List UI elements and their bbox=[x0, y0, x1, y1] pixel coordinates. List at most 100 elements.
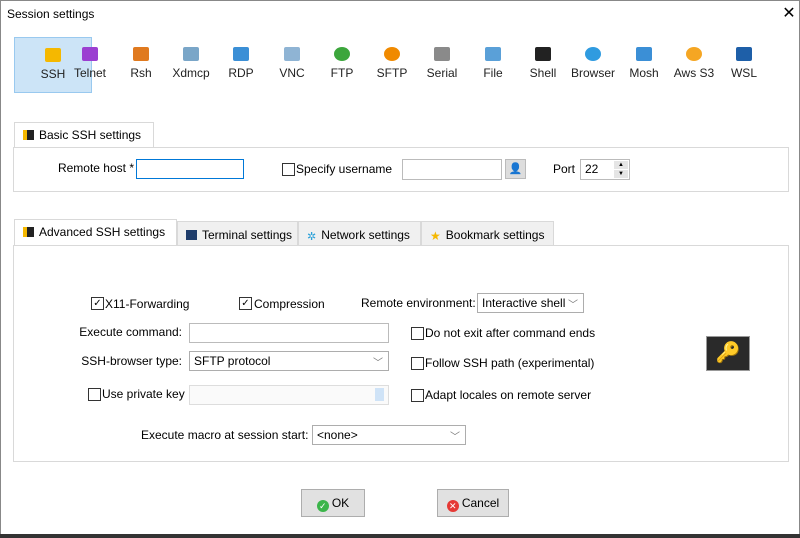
protocol-rsh[interactable]: Rsh bbox=[116, 37, 166, 93]
tab-basic-ssh-settings[interactable]: Basic SSH settings bbox=[14, 122, 154, 149]
rdp-monitor-icon bbox=[233, 47, 249, 61]
ok-button[interactable]: ✓ OK bbox=[301, 489, 365, 517]
protocol-file[interactable]: File bbox=[468, 37, 518, 93]
network-icon: ✲ bbox=[307, 231, 317, 243]
protocol-ftp[interactable]: FTP bbox=[317, 37, 367, 93]
cancel-button[interactable]: ✕ Cancel bbox=[437, 489, 509, 517]
spin-down-icon[interactable]: ▼ bbox=[614, 170, 628, 178]
rsh-gears-icon bbox=[133, 47, 149, 61]
wsl-windows-icon bbox=[736, 47, 752, 61]
protocol-label: Mosh bbox=[629, 66, 659, 80]
do-not-exit-checkbox[interactable] bbox=[411, 327, 424, 340]
specify-username-checkbox[interactable] bbox=[282, 163, 295, 176]
adapt-locales-label: Adapt locales on remote server bbox=[425, 388, 592, 402]
ssh-browser-type-select[interactable]: SFTP protocol ﹀ bbox=[189, 351, 389, 371]
x11-forwarding-checkbox[interactable]: ✓ bbox=[91, 297, 104, 310]
user-credentials-icon[interactable]: 👤 bbox=[505, 159, 526, 179]
port-label: Port bbox=[553, 162, 576, 176]
check-icon: ✓ bbox=[316, 500, 329, 512]
protocol-label: Browser bbox=[570, 66, 615, 80]
protocol-shell[interactable]: Shell bbox=[518, 37, 568, 93]
protocol-label: Serial bbox=[426, 66, 458, 80]
protocol-serial[interactable]: Serial bbox=[417, 37, 467, 93]
telnet-icon bbox=[82, 47, 98, 61]
protocol-mosh[interactable]: Mosh bbox=[619, 37, 669, 93]
cancel-label: Cancel bbox=[461, 496, 500, 510]
execute-macro-label: Execute macro at session start: bbox=[141, 428, 309, 442]
adapt-locales-checkbox[interactable] bbox=[411, 389, 424, 402]
protocol-label: Shell bbox=[529, 66, 557, 80]
chevron-down-icon: ﹀ bbox=[450, 432, 460, 443]
xdmcp-x-icon bbox=[183, 47, 199, 61]
tab-label: Advanced SSH settings bbox=[39, 225, 166, 239]
tab-bookmark-settings[interactable]: ★ Bookmark settings bbox=[421, 221, 554, 246]
protocol-label: VNC bbox=[279, 66, 305, 80]
protocol-xdmcp[interactable]: Xdmcp bbox=[166, 37, 216, 93]
mosh-satellite-icon bbox=[636, 47, 652, 61]
file-icon[interactable] bbox=[375, 388, 384, 401]
browser-globe-icon bbox=[585, 47, 601, 61]
shell-terminal-icon bbox=[535, 47, 551, 61]
protocol-wsl[interactable]: WSL bbox=[719, 37, 769, 93]
port-input[interactable]: 22 ▲ ▼ bbox=[580, 159, 630, 180]
do-not-exit-label: Do not exit after command ends bbox=[425, 326, 596, 340]
use-private-key-label: Use private key bbox=[102, 387, 185, 401]
remote-host-label: Remote host * bbox=[57, 161, 134, 175]
tab-label: Network settings bbox=[321, 228, 410, 242]
aws-s3-icon bbox=[686, 47, 702, 61]
compression-label: Compression bbox=[254, 297, 325, 311]
spin-up-icon[interactable]: ▲ bbox=[614, 161, 628, 169]
protocol-label: Xdmcp bbox=[172, 66, 210, 80]
use-private-key-checkbox[interactable] bbox=[88, 388, 101, 401]
protocol-label: File bbox=[483, 66, 503, 80]
protocol-telnet[interactable]: Telnet bbox=[65, 37, 115, 93]
tab-label: Bookmark settings bbox=[445, 228, 545, 242]
execute-command-input[interactable] bbox=[189, 323, 389, 343]
specify-username-label: Specify username bbox=[296, 162, 393, 176]
window-title: Session settings bbox=[7, 7, 95, 21]
follow-ssh-path-label: Follow SSH path (experimental) bbox=[425, 356, 595, 370]
port-value: 22 bbox=[585, 162, 599, 176]
protocol-label: FTP bbox=[330, 66, 354, 80]
protocol-aws-s3[interactable]: Aws S3 bbox=[669, 37, 719, 93]
protocol-vnc[interactable]: VNC bbox=[267, 37, 317, 93]
protocol-browser[interactable]: Browser bbox=[568, 37, 618, 93]
sftp-globe-icon bbox=[384, 47, 400, 61]
ssh-key-icon bbox=[45, 48, 61, 62]
compression-checkbox[interactable]: ✓ bbox=[239, 297, 252, 310]
vnc-monitor-icon bbox=[284, 47, 300, 61]
star-icon: ★ bbox=[430, 229, 441, 243]
private-key-input[interactable] bbox=[189, 385, 389, 405]
ssh-key-icon bbox=[23, 227, 34, 237]
protocol-label: Telnet bbox=[73, 66, 107, 80]
ssh-browser-type-label: SSH-browser type: bbox=[81, 354, 182, 368]
tab-label: Basic SSH settings bbox=[39, 128, 142, 142]
follow-ssh-path-checkbox[interactable] bbox=[411, 357, 424, 370]
protocol-sftp[interactable]: SFTP bbox=[367, 37, 417, 93]
close-icon[interactable]: ✕ bbox=[779, 3, 799, 23]
chevron-down-icon: ﹀ bbox=[373, 358, 383, 369]
key-icon[interactable]: 🔑 bbox=[706, 336, 750, 371]
chevron-down-icon: ﹀ bbox=[568, 300, 578, 311]
username-input[interactable] bbox=[402, 159, 502, 180]
ssh-key-icon bbox=[23, 130, 34, 140]
session-settings-dialog: Session settings ✕ SSH Telnet Rsh Xdmcp RDP V… bbox=[0, 0, 800, 535]
remote-environment-select[interactable]: Interactive shell ﹀ bbox=[477, 293, 584, 313]
ftp-globe-icon bbox=[334, 47, 350, 61]
taskbar-edge bbox=[0, 534, 800, 538]
protocol-rdp[interactable]: RDP bbox=[216, 37, 266, 93]
selected-value: Interactive shell bbox=[482, 296, 566, 310]
remote-host-input[interactable] bbox=[136, 159, 244, 179]
tab-network-settings[interactable]: ✲ Network settings bbox=[298, 221, 421, 246]
selected-value: <none> bbox=[317, 428, 358, 442]
remote-environment-label: Remote environment: bbox=[361, 296, 476, 310]
protocol-label: Rsh bbox=[130, 66, 152, 80]
ok-label: OK bbox=[331, 496, 350, 510]
serial-plug-icon bbox=[434, 47, 450, 61]
tab-advanced-ssh-settings[interactable]: Advanced SSH settings bbox=[14, 219, 177, 246]
execute-macro-select[interactable]: <none> ﹀ bbox=[312, 425, 466, 445]
tab-terminal-settings[interactable]: Terminal settings bbox=[177, 221, 298, 246]
protocol-label: WSL bbox=[730, 66, 757, 80]
protocol-label: Aws S3 bbox=[673, 66, 715, 80]
cancel-x-icon: ✕ bbox=[446, 500, 459, 512]
